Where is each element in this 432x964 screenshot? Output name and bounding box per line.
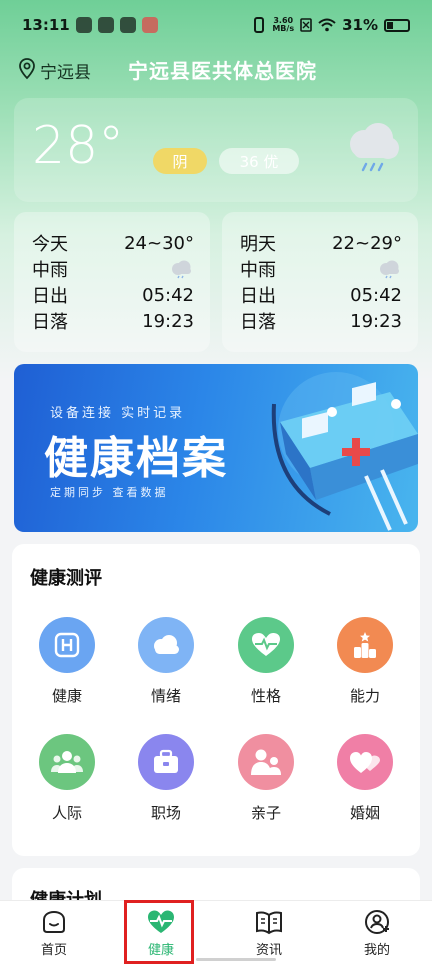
assessment-interpersonal[interactable]: 人际	[27, 734, 107, 834]
notification-icon	[97, 17, 114, 33]
forecast-condition: 中雨	[32, 260, 68, 281]
home-indicator	[196, 958, 276, 961]
selection-highlight	[124, 900, 194, 964]
sunset-label: 日落	[240, 312, 276, 333]
tab-news[interactable]: 资讯	[229, 901, 309, 963]
assessment-health[interactable]: 健康	[27, 617, 107, 717]
cloud-rain-icon	[350, 123, 399, 172]
vibrate-icon	[254, 17, 265, 33]
status-time: 13:11	[22, 16, 70, 34]
tab-label: 资讯	[255, 943, 282, 958]
notification-icon	[75, 17, 92, 33]
notification-icon	[141, 17, 158, 33]
sunset-time: 19:23	[142, 310, 194, 332]
current-weather[interactable]: 28° 阴 36 优	[14, 98, 418, 202]
forecast-range: 24~30°	[124, 232, 194, 254]
cloud-rain-icon	[172, 260, 191, 279]
wifi-icon	[318, 18, 336, 32]
h-square-icon	[39, 617, 95, 673]
weather-condition-badge: 阴	[153, 148, 207, 174]
battery-percent: 31%	[342, 16, 378, 34]
assessment-label: 婚姻	[349, 804, 380, 822]
profile-icon	[365, 910, 389, 934]
assessment-emotion[interactable]: 情绪	[126, 617, 206, 717]
assessment-label: 健康	[51, 687, 82, 705]
assessment-label: 职场	[150, 804, 181, 822]
hearts-icon	[337, 734, 393, 790]
forecast-range: 22~29°	[332, 232, 402, 254]
sunrise-time: 05:42	[142, 284, 194, 306]
home-icon	[43, 910, 65, 933]
heart-pulse-icon	[238, 617, 294, 673]
podium-icon	[337, 617, 393, 673]
bottom-tab-bar: 首页 健康 资讯 我的	[0, 900, 432, 964]
section-title: 健康测评	[30, 568, 102, 589]
parent-child-icon	[238, 734, 294, 790]
medical-illustration	[271, 372, 418, 531]
assessment-personality[interactable]: 性格	[226, 617, 306, 717]
sunset-label: 日落	[32, 312, 68, 333]
banner-bottom-text: 定期同步 查看数据	[50, 486, 169, 499]
health-assessment-card: 健康测评 健康 情绪 性格 能力 人际 职场 亲子 婚姻	[12, 544, 420, 856]
banner-title: 健康档案	[44, 433, 228, 484]
people-icon	[39, 734, 95, 790]
network-speed: 3.60 MB/s	[272, 17, 294, 33]
notification-icon	[119, 17, 136, 33]
battery-icon	[384, 18, 410, 32]
assessment-workplace[interactable]: 职场	[126, 734, 206, 834]
sim-icon	[300, 18, 312, 32]
cloud-rain-icon	[380, 260, 399, 279]
sunrise-label: 日出	[240, 286, 276, 307]
location-name[interactable]: 宁远县	[40, 58, 91, 83]
status-bar: 13:11 3.60 MB/s 31%	[0, 0, 432, 50]
location-pin-icon[interactable]	[18, 58, 36, 80]
tab-home[interactable]: 首页	[14, 901, 94, 963]
forecast-condition: 中雨	[240, 260, 276, 281]
forecast-today[interactable]: 今天 24~30° 中雨 日出 05:42 日落 19:23	[14, 212, 210, 352]
forecast-day: 明天	[240, 234, 276, 255]
hospital-title: 宁远县医共体总医院	[128, 59, 317, 83]
briefcase-icon	[138, 734, 194, 790]
assessment-marriage[interactable]: 婚姻	[325, 734, 405, 834]
assessment-label: 情绪	[150, 687, 181, 705]
assessment-label: 人际	[51, 804, 82, 822]
banner-top-text: 设备连接 实时记录	[50, 406, 186, 421]
sunset-time: 19:23	[350, 310, 402, 332]
forecast-day: 今天	[32, 234, 68, 255]
tab-label: 首页	[40, 943, 67, 958]
sunrise-label: 日出	[32, 286, 68, 307]
aqi-badge: 36 优	[219, 148, 299, 174]
cloud-icon	[138, 617, 194, 673]
forecast-tomorrow[interactable]: 明天 22~29° 中雨 日出 05:42 日落 19:23	[222, 212, 418, 352]
book-icon	[256, 911, 282, 935]
current-temperature: 28°	[32, 116, 125, 176]
assessment-ability[interactable]: 能力	[325, 617, 405, 717]
sunrise-time: 05:42	[350, 284, 402, 306]
assessment-label: 亲子	[250, 804, 281, 822]
net-speed-unit: MB/s	[272, 24, 295, 33]
tab-profile[interactable]: 我的	[337, 901, 417, 963]
assessment-label: 性格	[250, 687, 281, 705]
assessment-label: 能力	[349, 687, 380, 705]
health-record-banner[interactable]: 设备连接 实时记录 健康档案 定期同步 查看数据	[14, 364, 418, 532]
location-row: 宁远县 宁远县医共体总医院	[0, 52, 432, 86]
tab-label: 我的	[363, 943, 390, 958]
assessment-parenting[interactable]: 亲子	[226, 734, 306, 834]
